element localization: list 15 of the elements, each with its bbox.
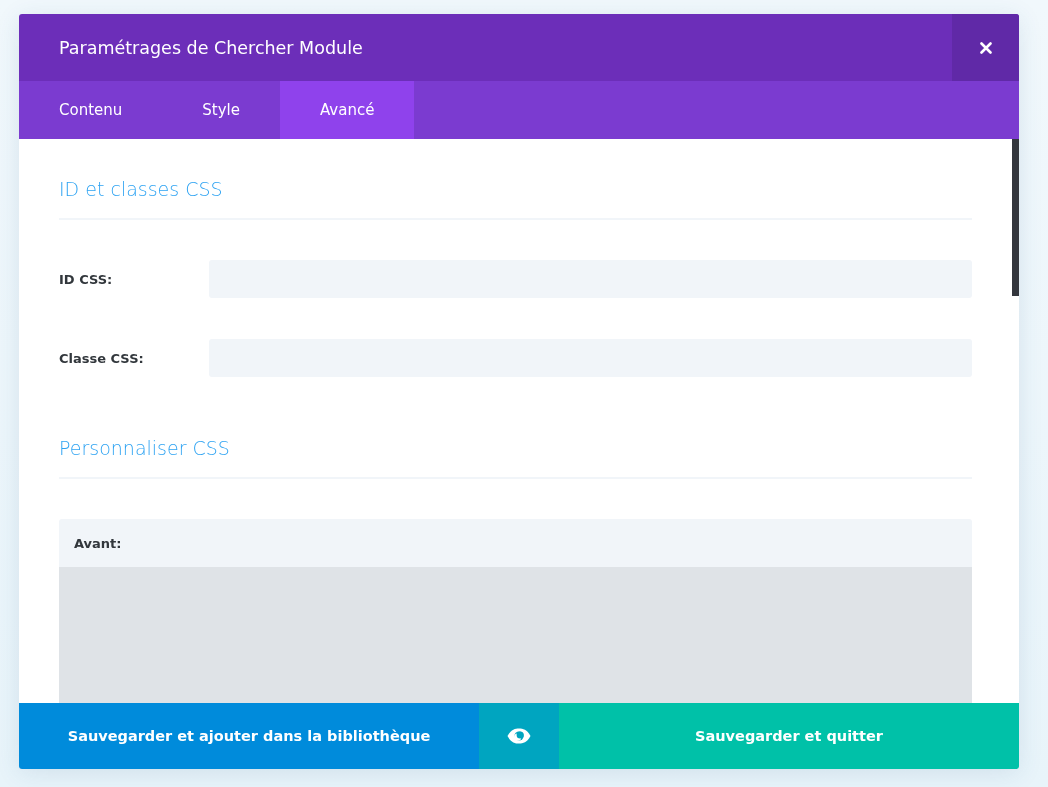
- field-label: ID CSS:: [59, 271, 114, 287]
- dialog-title: Paramétrages de Chercher Module: [58, 37, 364, 58]
- section-heading: Personnaliser CSS: [59, 434, 972, 479]
- tab[interactable]: Avancé: [279, 81, 415, 139]
- save-to-library-button[interactable]: Sauvegarder et ajouter dans la bibliothèque: [19, 703, 479, 769]
- section-heading: ID et classes CSS: [59, 175, 972, 220]
- close-icon: [979, 41, 992, 54]
- tab[interactable]: Contenu: [19, 81, 163, 139]
- preview-button[interactable]: [479, 703, 559, 769]
- editor-label: Avant:: [74, 535, 123, 551]
- eye-icon: [507, 728, 531, 744]
- close-button[interactable]: [952, 14, 1019, 81]
- scrollbar-thumb[interactable]: [1012, 139, 1019, 296]
- tab[interactable]: Style: [162, 81, 280, 139]
- field-label: Classe CSS:: [59, 350, 145, 366]
